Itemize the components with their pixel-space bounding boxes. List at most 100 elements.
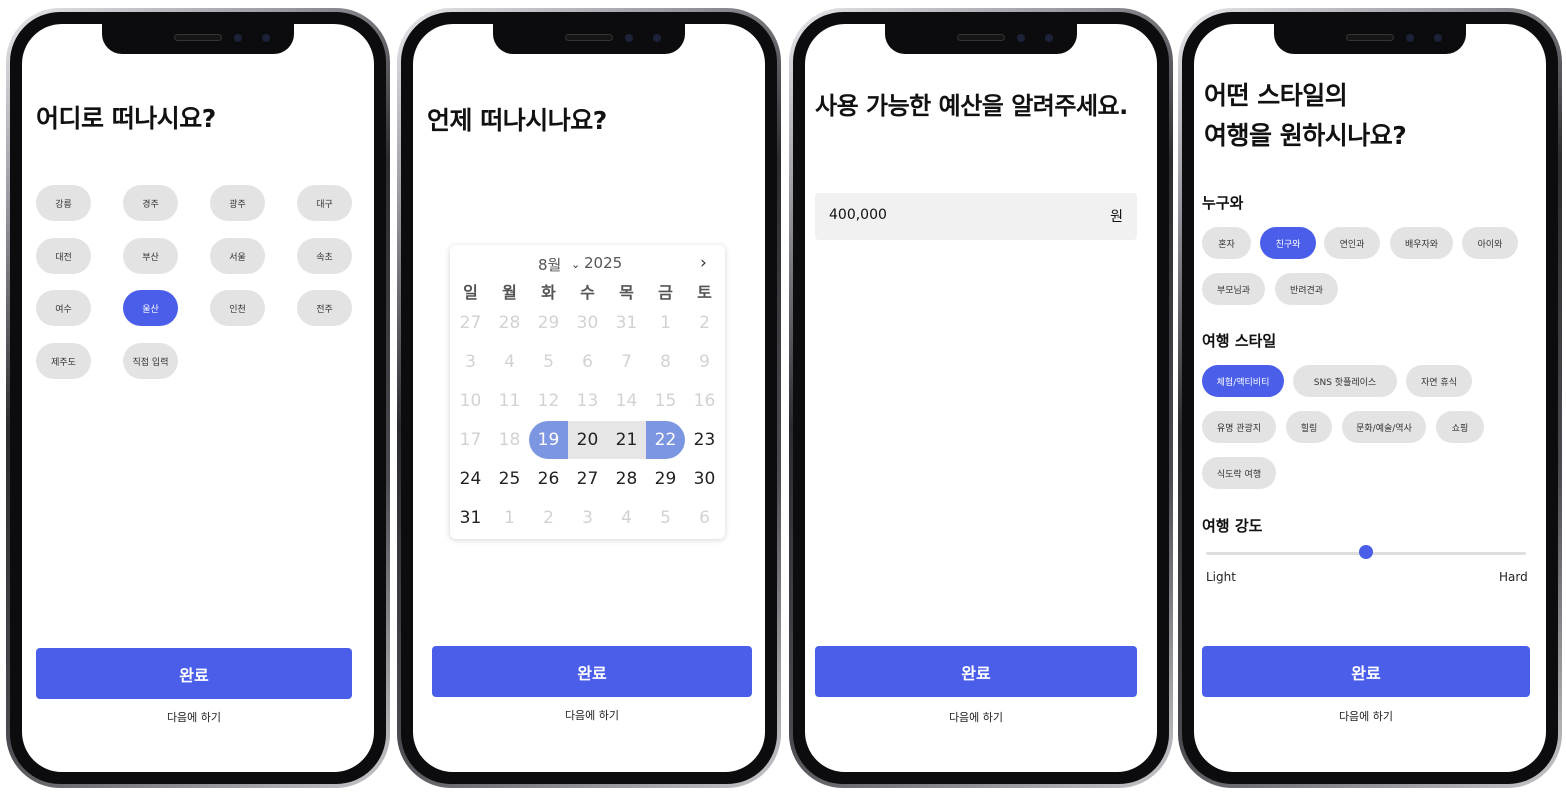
style-chip[interactable]: 식도락 여행 [1202,457,1276,489]
style-screen: 어떤 스타일의 여행을 원하시나요? 누구와 혼자 친구와 연인과 배우자와 아이와 부모… [1194,24,1546,772]
skip-link[interactable]: 다음에 하기 [1202,708,1530,724]
city-chip[interactable]: 경주 [123,185,178,221]
calendar-day[interactable]: 27 [568,460,607,498]
companion-chip[interactable]: 연인과 [1324,227,1380,259]
companion-chip[interactable]: 부모님과 [1202,273,1265,305]
calendar-day: 27 [459,313,482,333]
camera-icon [234,34,242,42]
calendar-day[interactable]: 30 [685,460,724,498]
done-button[interactable]: 완료 [36,648,352,699]
camera-icon [1406,34,1414,42]
calendar-day: 4 [621,508,632,528]
speaker [174,34,222,41]
calendar-popup: 8월 ⌄ 2025 › 일 월 화 수 목 금 토 27 28 29 30 31 1 2 3 4 5 6 7 8 9 10… [450,245,725,539]
calendar-day[interactable]: 31 [451,499,490,537]
calendar-day[interactable]: 22 [646,421,685,459]
city-chip[interactable]: 광주 [210,185,265,221]
city-chip[interactable]: 제주도 [36,343,91,379]
skip-link[interactable]: 다음에 하기 [36,709,352,725]
calendar-day: 4 [504,352,515,372]
city-chip[interactable]: 강릉 [36,185,91,221]
budget-value[interactable]: 400,000 [829,207,887,223]
calendar-day[interactable]: 25 [490,460,529,498]
style-chip[interactable]: 힐링 [1286,411,1332,443]
style-chip[interactable]: 자연 휴식 [1406,365,1472,397]
city-chip[interactable]: 울산 [123,290,178,326]
calendar-day: 3 [465,352,476,372]
calendar-day[interactable]: 19 [529,421,568,459]
style-chip[interactable]: SNS 핫플레이스 [1293,365,1397,397]
calendar-day[interactable]: 20 [568,421,607,459]
done-button[interactable]: 완료 [815,646,1137,697]
city-chip[interactable]: 인천 [210,290,265,326]
style-chip[interactable]: 쇼핑 [1436,411,1484,443]
calendar-day[interactable]: 24 [451,460,490,498]
companion-chip[interactable]: 배우자와 [1390,227,1453,259]
sensor-icon [262,34,270,42]
calendar-year[interactable]: 2025 [584,254,622,272]
style-chip[interactable]: 체험/액티비티 [1202,365,1284,397]
calendar-day[interactable]: 21 [607,421,646,459]
camera-icon [1017,34,1025,42]
calendar-day: 1 [504,508,515,528]
chevron-down-icon[interactable]: ⌄ [571,258,580,271]
calendar-day: 5 [543,352,554,372]
style-chip[interactable]: 문화/예술/역사 [1342,411,1426,443]
calendar-day: 14 [615,391,638,411]
calendar-day[interactable]: 29 [646,460,685,498]
city-chip[interactable]: 여수 [36,290,91,326]
calendar-day[interactable]: 28 [607,460,646,498]
sensor-icon [653,34,661,42]
skip-link[interactable]: 다음에 하기 [432,707,752,723]
notch [885,24,1077,54]
notch [1274,24,1466,54]
calendar-day[interactable]: 26 [529,460,568,498]
companion-chip[interactable]: 반려견과 [1275,273,1338,305]
companion-chip[interactable]: 아이와 [1462,227,1518,259]
calendar-day: 5 [660,508,671,528]
city-chip[interactable]: 전주 [297,290,352,326]
speaker [565,34,613,41]
done-button[interactable]: 완료 [432,646,752,697]
city-chip[interactable]: 부산 [123,238,178,274]
budget-field[interactable]: 400,000 원 [815,193,1137,240]
style-chip[interactable]: 유명 관광지 [1202,411,1276,443]
speaker [957,34,1005,41]
intensity-label: 여행 강도 [1202,517,1263,535]
calendar-day: 10 [459,391,482,411]
calendar-day: 9 [699,352,710,372]
city-chip[interactable]: 대전 [36,238,91,274]
style-label: 여행 스타일 [1202,332,1277,350]
companion-chip[interactable]: 혼자 [1202,227,1251,259]
phone-frame-budget: 사용 가능한 예산을 알려주세요. 400,000 원 완료 다음에 하기 [789,8,1173,788]
phone-frame-dates: 언제 떠나시나요? 8월 ⌄ 2025 › 일 월 화 수 목 금 토 27 28 29 30 31 1… [397,8,781,788]
destination-screen: 어디로 떠나시요? 강릉 경주 광주 대구 대전 부산 서울 속초 여수 울산 인천 전주 제주도 직접 … [22,24,374,772]
calendar-month[interactable]: 8월 [538,254,561,275]
skip-link[interactable]: 다음에 하기 [815,709,1137,725]
page-title-line2: 여행을 원하시나요? [1204,121,1407,150]
notch [493,24,685,54]
page-title: 사용 가능한 예산을 알려주세요. [815,92,1128,120]
intensity-min-label: Light [1206,570,1236,584]
city-chip[interactable]: 서울 [210,238,265,274]
calendar-day: 1 [660,313,671,333]
weekday-header: 수 [580,283,595,302]
chevron-right-icon[interactable]: › [700,253,707,273]
calendar-day[interactable]: 23 [685,421,724,459]
phone-frame-style: 어떤 스타일의 여행을 원하시나요? 누구와 혼자 친구와 연인과 배우자와 아이와 부모… [1178,8,1562,788]
city-chip[interactable]: 대구 [297,185,352,221]
weekday-header: 일 [463,283,478,302]
weekday-header: 월 [502,283,517,302]
done-button[interactable]: 완료 [1202,646,1530,697]
phone-frame-destination: 어디로 떠나시요? 강릉 경주 광주 대구 대전 부산 서울 속초 여수 울산 인천 전주 제주도 직접 … [6,8,390,788]
intensity-slider-thumb[interactable] [1359,545,1373,559]
companion-chip[interactable]: 친구와 [1260,227,1316,259]
calendar-day: 31 [615,313,638,333]
speaker [1346,34,1394,41]
calendar-day: 16 [693,391,716,411]
calendar-day: 6 [582,352,593,372]
weekday-header: 토 [697,283,712,302]
city-chip[interactable]: 속초 [297,238,352,274]
calendar-day: 2 [699,313,710,333]
city-chip[interactable]: 직접 입력 [123,343,178,379]
